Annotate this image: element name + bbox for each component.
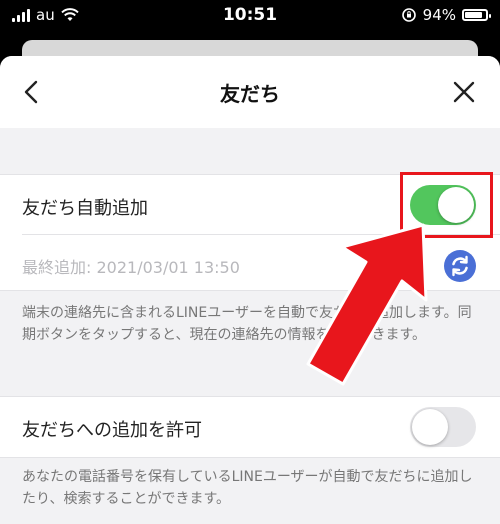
sync-icon: [452, 255, 468, 277]
allow-add-section: 友だちへの追加を許可: [0, 397, 500, 457]
allow-add-label: 友だちへの追加を許可: [22, 420, 202, 441]
navbar: 友だち: [0, 56, 500, 128]
sync-button[interactable]: [444, 250, 476, 282]
close-icon[interactable]: [450, 78, 478, 106]
allow-add-toggle[interactable]: [410, 407, 476, 447]
battery-percent: 94%: [422, 6, 456, 24]
toggle-knob: [412, 409, 448, 445]
highlight-box: [400, 172, 493, 238]
friends-settings-sheet: 友だち 友だち自動追加 最終追加: 2021/03/01 13:50 端末の連絡…: [0, 56, 500, 524]
auto-add-label: 友だち自動追加: [22, 198, 148, 219]
auto-add-description: 端末の連絡先に含まれるLINEユーザーを自動で友だちに追加します。同期ボタンをタ…: [22, 305, 472, 343]
section-divider-bottom: [0, 457, 500, 458]
last-added-text: 最終追加: 2021/03/01 13:50: [22, 258, 240, 277]
allow-add-description: あなたの電話番号を保有しているLINEユーザーが自動で友だちに追加したり、検索す…: [22, 469, 473, 507]
orientation-lock-icon: [401, 8, 416, 22]
section-divider-bottom: [0, 290, 500, 291]
status-bar: au 10:51 94%: [0, 0, 500, 32]
battery-icon: [462, 9, 491, 21]
status-right: 94%: [401, 6, 491, 24]
page-title: 友だち: [220, 82, 280, 106]
